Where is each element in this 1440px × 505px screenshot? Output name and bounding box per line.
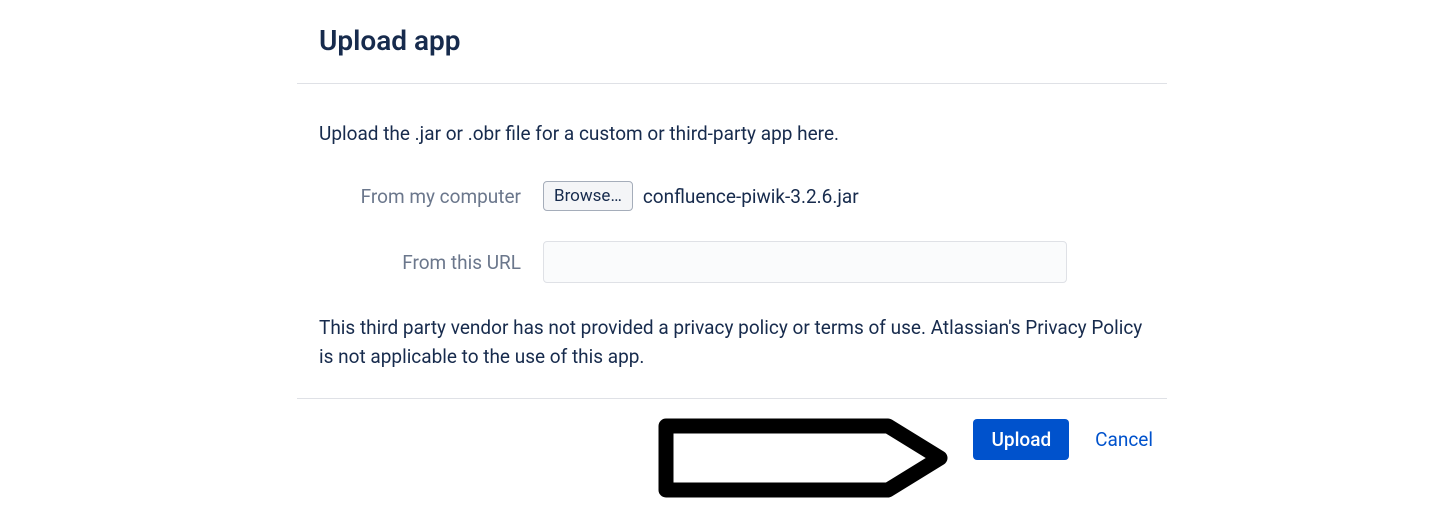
cancel-button[interactable]: Cancel bbox=[1091, 419, 1157, 460]
file-picker-group: Browse… confluence-piwik-3.2.6.jar bbox=[543, 181, 859, 211]
from-url-row: From this URL bbox=[319, 241, 1145, 283]
from-url-label: From this URL bbox=[319, 251, 543, 274]
dialog-body: Upload the .jar or .obr file for a custo… bbox=[297, 84, 1167, 398]
url-input[interactable] bbox=[543, 241, 1067, 283]
dialog-footer: Upload Cancel bbox=[297, 399, 1167, 460]
upload-app-dialog: Upload app Upload the .jar or .obr file … bbox=[297, 24, 1167, 460]
upload-button[interactable]: Upload bbox=[973, 419, 1069, 460]
from-computer-label: From my computer bbox=[319, 185, 543, 208]
privacy-note: This third party vendor has not provided… bbox=[319, 313, 1145, 372]
dialog-title: Upload app bbox=[297, 24, 1167, 83]
upload-instruction: Upload the .jar or .obr file for a custo… bbox=[319, 122, 1145, 145]
browse-button[interactable]: Browse… bbox=[543, 181, 633, 211]
selected-filename: confluence-piwik-3.2.6.jar bbox=[643, 185, 859, 208]
from-computer-row: From my computer Browse… confluence-piwi… bbox=[319, 181, 1145, 211]
